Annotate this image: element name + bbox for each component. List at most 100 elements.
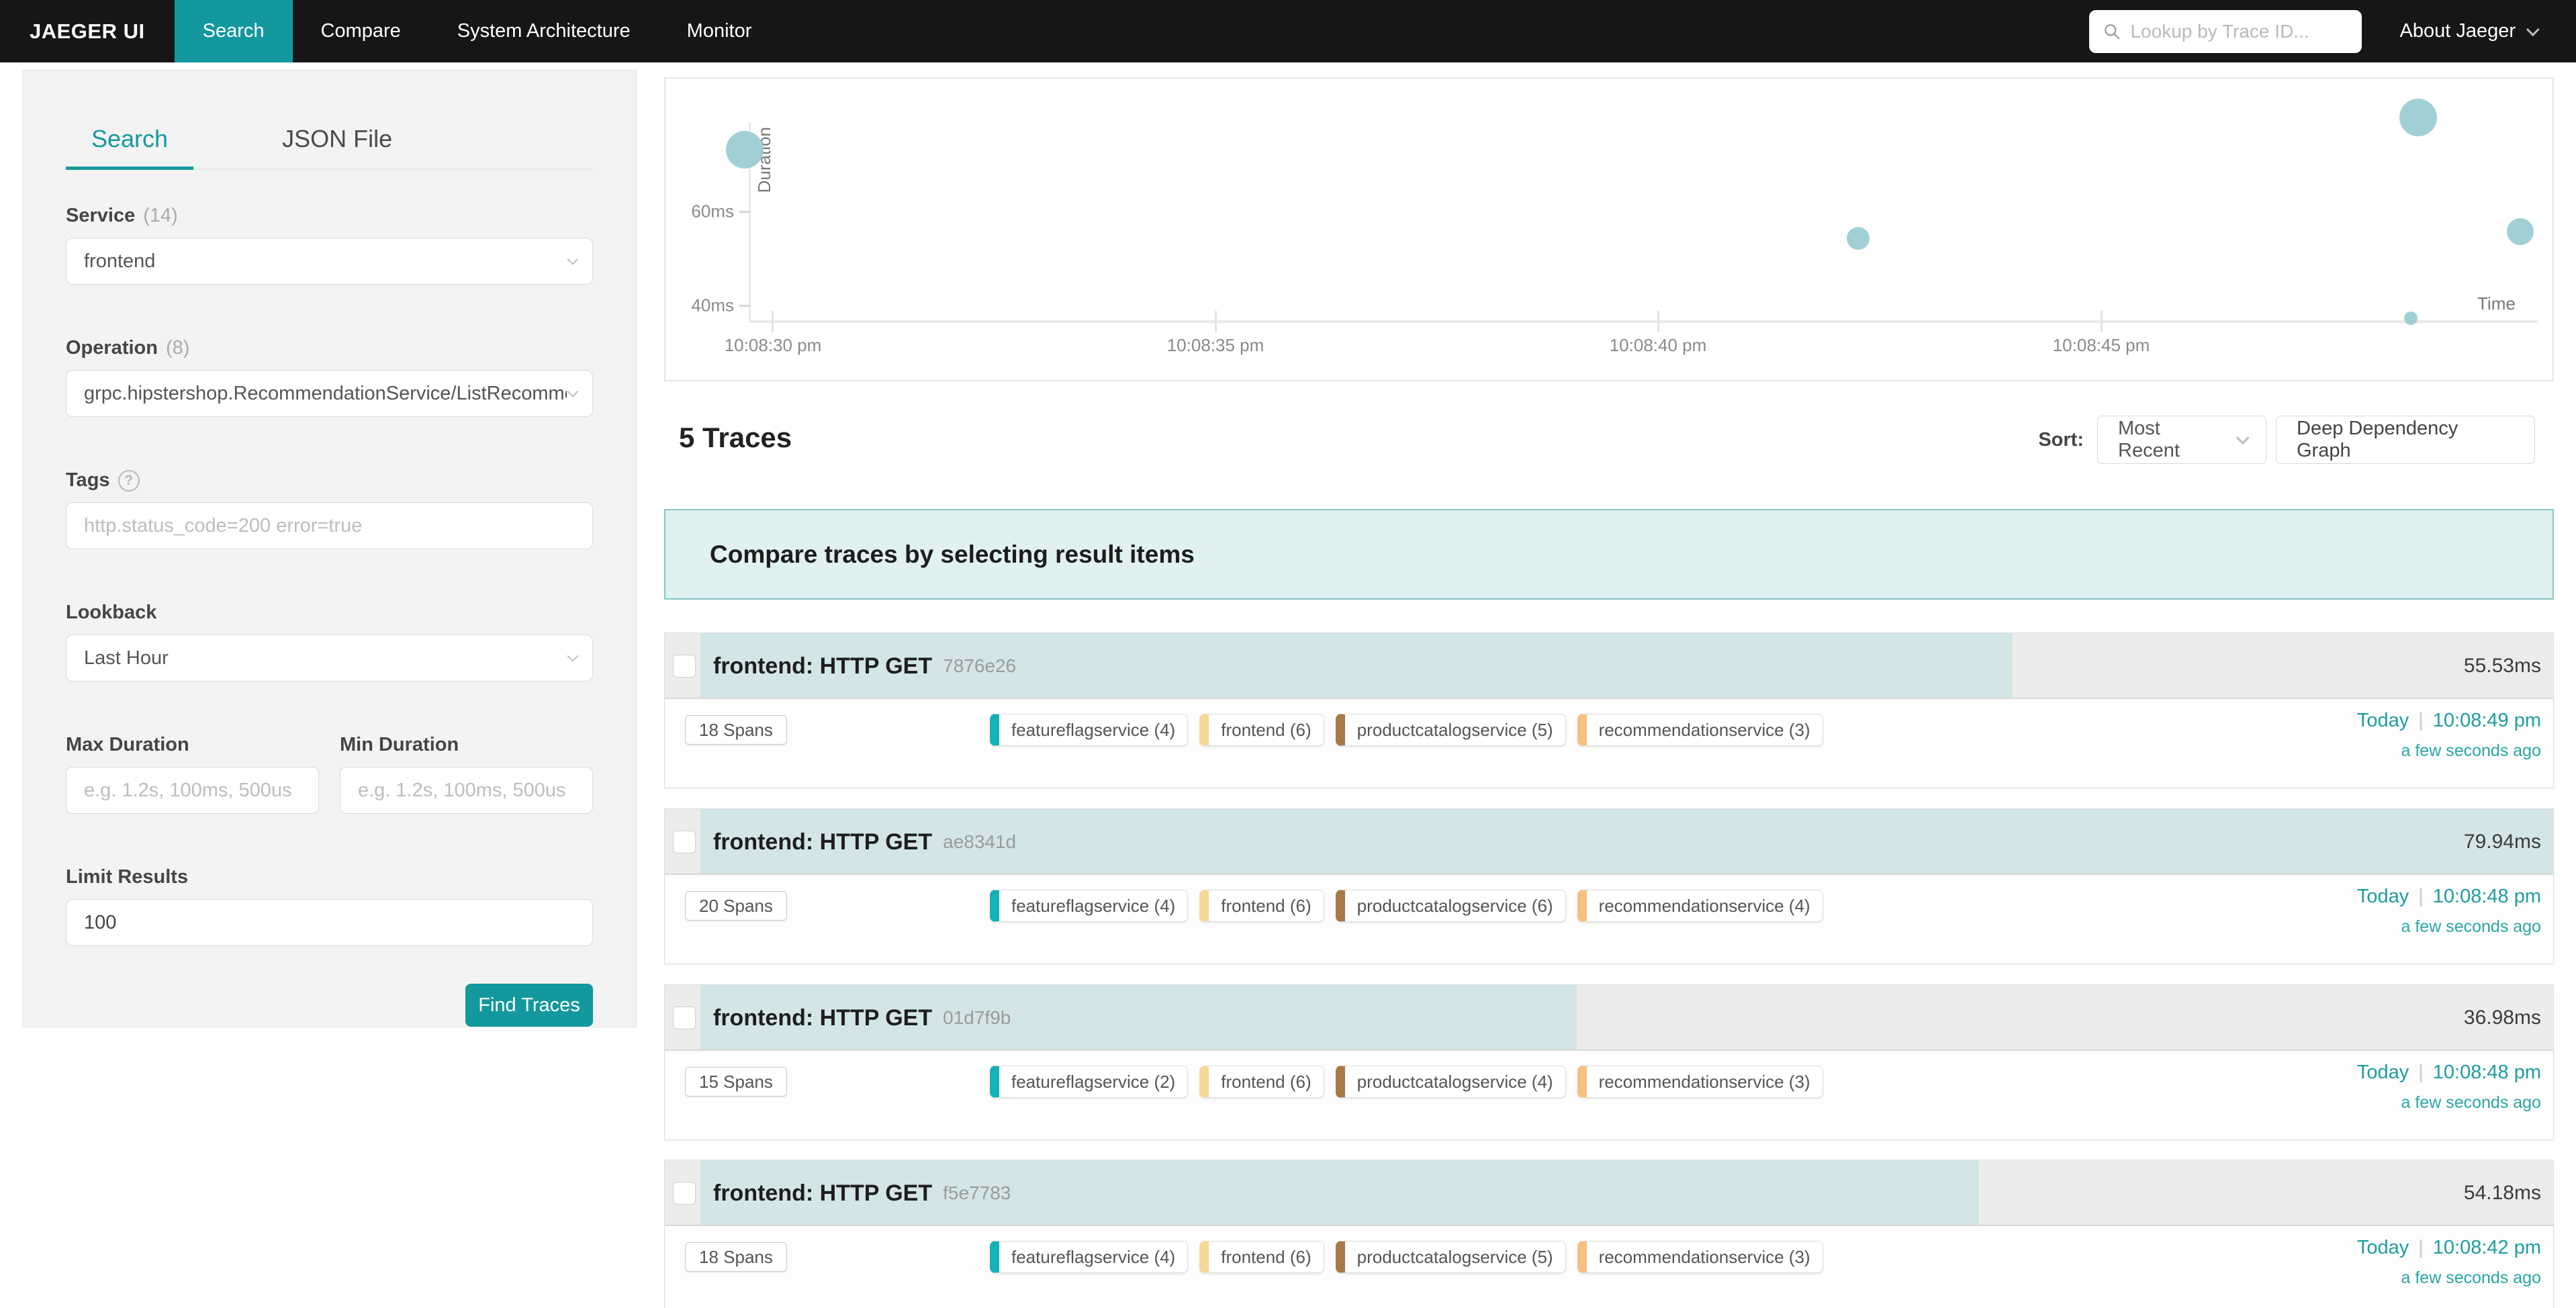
trace-select-checkbox[interactable] [673,655,696,678]
find-traces-button[interactable]: Find Traces [465,984,593,1027]
nav-item-search[interactable]: Search [175,0,293,62]
service-chip-row: featureflagservice (4) frontend (6) prod… [990,714,1823,746]
service-chip-row: featureflagservice (2) frontend (6) prod… [990,1066,1823,1098]
service-chip: featureflagservice (4) [990,1241,1188,1273]
nav-item-monitor[interactable]: Monitor [659,0,780,62]
service-chip: recommendationservice (3) [1577,714,1823,746]
trace-name: frontend: HTTP GET [713,653,932,680]
sort-select[interactable]: Most Recent [2097,416,2266,464]
trace-name: frontend: HTTP GET [713,1180,932,1207]
duration-field-group: Max Duration Min Duration [66,734,593,814]
nav-item-compare[interactable]: Compare [293,0,429,62]
service-chip-row: featureflagservice (4) frontend (6) prod… [990,1241,1823,1273]
trace-id: ae8341d [943,831,1016,853]
chevron-down-icon [567,386,578,398]
trace-title: frontend: HTTP GET f5e7783 [713,1160,1011,1226]
span-count-chip: 18 Spans [685,1242,787,1272]
trace-timestamp: Today | 10:08:48 pm a few seconds ago [2357,1062,2541,1113]
service-chip: featureflagservice (4) [990,890,1188,922]
search-icon [2103,23,2121,40]
timestamp-separator: | [2418,1237,2424,1259]
trace-select-checkbox[interactable] [673,1007,696,1029]
chevron-down-icon [567,651,578,662]
x-axis-title: Time [2477,293,2516,314]
scatter-point[interactable] [1847,227,1870,250]
lookback-select-value: Last Hour [84,647,567,669]
scatter-point[interactable] [2399,99,2437,136]
trace-duration: 54.18ms [2464,1160,2541,1226]
duration-scatter-plot: Duration Time 60ms 40ms 10:08:30 pm 10:0… [665,79,2552,380]
chevron-down-icon [2236,431,2250,445]
timestamp-separator: | [2418,886,2424,908]
service-chip: frontend (6) [1199,1066,1324,1098]
limit-results-input[interactable] [66,899,593,946]
trace-timestamp: Today | 10:08:49 pm a few seconds ago [2357,710,2541,761]
trace-date: Today [2357,1237,2409,1259]
tab-json-file[interactable]: JSON File [257,109,418,169]
service-chip: recommendationservice (3) [1577,1066,1823,1098]
service-chip: frontend (6) [1199,890,1324,922]
service-select[interactable]: frontend [66,238,593,285]
trace-result-card[interactable]: frontend: HTTP GET 7876e26 55.53ms 18 Sp… [664,633,2554,788]
trace-card-body: 15 Spans featureflagservice (2) frontend… [665,1051,2553,1138]
trace-result-card[interactable]: frontend: HTTP GET f5e7783 54.18ms 18 Sp… [664,1160,2554,1308]
trace-time: 10:08:42 pm [2433,1237,2541,1259]
operation-select[interactable]: grpc.hipstershop.RecommendationService/L… [66,370,593,417]
lookback-select[interactable]: Last Hour [66,635,593,682]
tags-label: Tags ? [66,469,593,492]
trace-title: frontend: HTTP GET 7876e26 [713,633,1016,699]
trace-card-header: frontend: HTTP GET ae8341d 79.94ms [665,809,2553,875]
app-logo: JAEGER UI [0,0,175,62]
deep-dependency-graph-button[interactable]: Deep Dependency Graph [2276,416,2535,464]
about-jaeger-label: About Jaeger [2399,20,2516,42]
trace-select-checkbox[interactable] [673,831,696,853]
trace-lookup-box [2089,10,2362,53]
trace-date: Today [2357,1062,2409,1084]
service-chip: productcatalogservice (4) [1336,1066,1566,1098]
trace-result-card[interactable]: frontend: HTTP GET 01d7f9b 36.98ms 15 Sp… [664,984,2554,1140]
help-icon[interactable]: ? [118,470,140,492]
trace-timestamp: Today | 10:08:48 pm a few seconds ago [2357,886,2541,937]
scatter-point[interactable] [2507,218,2534,245]
trace-date: Today [2357,710,2409,732]
min-duration-input[interactable] [340,767,593,814]
scatter-point[interactable] [2404,312,2418,325]
chevron-down-icon [2526,23,2540,36]
trace-lookup-input[interactable] [2130,21,2348,42]
trace-title: frontend: HTTP GET ae8341d [713,809,1016,875]
operation-count: (8) [166,337,189,359]
x-tick-mark [2101,311,2103,332]
sort-label: Sort: [2038,429,2084,451]
trace-relative-time: a few seconds ago [2357,1268,2541,1288]
search-sidebar: Search JSON File Service (14) frontend O… [22,70,637,1027]
y-tick-label: 60ms [667,201,734,222]
top-nav: JAEGER UI Search Compare System Architec… [0,0,2576,62]
chevron-down-icon [567,254,578,265]
trace-result-card[interactable]: frontend: HTTP GET ae8341d 79.94ms 20 Sp… [664,808,2554,964]
max-duration-input[interactable] [66,767,319,814]
trace-relative-time: a few seconds ago [2357,917,2541,937]
scatter-point[interactable] [726,131,764,169]
min-duration-label: Min Duration [340,734,593,756]
span-count-chip: 18 Spans [685,715,787,745]
tags-input[interactable] [66,502,593,549]
nav-item-system-architecture[interactable]: System Architecture [429,0,659,62]
trace-select-checkbox[interactable] [673,1182,696,1205]
service-chip: recommendationservice (3) [1577,1241,1823,1273]
nav-right-section: About Jaeger [2089,0,2576,62]
x-tick-mark [1215,311,1217,332]
operation-field-group: Operation (8) grpc.hipstershop.Recommend… [66,337,593,417]
about-jaeger-menu[interactable]: About Jaeger [2399,20,2536,42]
x-tick-mark [772,311,774,332]
x-tick-label: 10:08:30 pm [725,335,822,356]
service-chip: productcatalogservice (6) [1336,890,1566,922]
lookback-field-group: Lookback Last Hour [66,602,593,682]
x-tick-mark [1657,311,1659,332]
service-field-group: Service (14) frontend [66,205,593,285]
trace-duration: 55.53ms [2464,633,2541,699]
service-chip: featureflagservice (2) [990,1066,1188,1098]
trace-id: 7876e26 [943,655,1016,677]
tab-search[interactable]: Search [66,109,193,169]
sort-select-value: Most Recent [2118,418,2224,462]
timestamp-separator: | [2418,1062,2424,1084]
